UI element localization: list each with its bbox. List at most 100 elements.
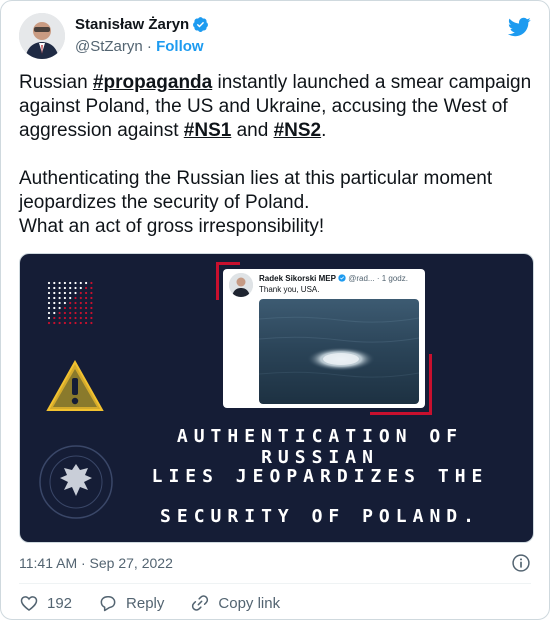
follow-button[interactable]: Follow	[156, 38, 204, 55]
decor-dot	[74, 291, 77, 295]
tweet-text-span: Russian	[19, 72, 93, 93]
decor-dot	[47, 321, 51, 325]
decor-dot	[90, 286, 93, 290]
twitter-bird-icon[interactable]	[507, 15, 531, 39]
decor-dot	[69, 291, 72, 295]
decor-dot	[79, 301, 82, 305]
tweet-text: Russian #propaganda instantly launched a…	[19, 71, 534, 239]
author-handle[interactable]: @StZaryn	[75, 38, 143, 55]
decor-dot	[53, 306, 56, 310]
decor-dot	[74, 286, 77, 290]
decor-dot	[47, 301, 51, 305]
decor-dot	[53, 286, 56, 290]
decor-dot	[53, 321, 56, 325]
dot-pattern-decoration	[47, 281, 93, 325]
red-accent-bottom-right	[429, 354, 432, 415]
decor-dot	[79, 291, 82, 295]
decor-dot	[85, 281, 88, 285]
hashtag-ns1-link[interactable]: #NS1	[184, 120, 232, 141]
decor-dot	[47, 306, 51, 310]
decor-dot	[69, 316, 72, 320]
decor-dot	[69, 301, 72, 305]
tweet-actions-bar: 192 Reply Copy link	[19, 593, 306, 613]
tweet-paragraph-2: Authenticating the Russian lies at this …	[19, 168, 493, 213]
decor-dot	[69, 321, 72, 325]
copy-link-button[interactable]: Copy link	[190, 593, 280, 613]
author-avatar[interactable]	[19, 13, 65, 59]
decor-dot	[69, 296, 72, 300]
decor-dot	[58, 291, 61, 295]
decor-dot	[63, 281, 66, 285]
decor-dot	[85, 301, 88, 305]
decor-dot	[58, 301, 61, 305]
decor-dot	[85, 291, 88, 295]
author-display-name[interactable]: Stanisław Żaryn	[75, 16, 189, 33]
decor-dot	[79, 306, 82, 310]
decor-dot	[90, 306, 93, 310]
footer-divider	[19, 583, 531, 584]
decor-dot	[69, 311, 72, 315]
decor-dot	[53, 301, 56, 305]
decor-dot	[47, 291, 51, 295]
decor-dot	[90, 316, 93, 320]
decor-dot	[69, 281, 72, 285]
decor-dot	[47, 316, 51, 320]
decor-dot	[90, 311, 93, 315]
decor-dot	[90, 291, 93, 295]
verified-badge-icon	[338, 274, 346, 282]
author-sub-row: @StZaryn · Follow	[75, 38, 204, 55]
info-icon[interactable]	[511, 553, 531, 573]
sea-gas-leak-photo	[259, 299, 419, 404]
decor-dot	[53, 316, 56, 320]
decor-dot	[58, 296, 61, 300]
tweet-media-image[interactable]: Radek Sikorski MEP @rad... · 1 godz. Tha…	[19, 253, 534, 543]
decor-dot	[63, 286, 66, 290]
decor-dot	[85, 306, 88, 310]
decor-dot	[53, 281, 56, 285]
reply-icon	[100, 596, 116, 612]
embedded-tweet-text: Thank you, USA.	[259, 285, 320, 294]
hashtag-ns2-link[interactable]: #NS2	[274, 120, 322, 141]
decor-dot	[74, 306, 77, 310]
decor-dot	[79, 281, 82, 285]
decor-dot	[85, 321, 88, 325]
decor-dot	[74, 281, 77, 285]
like-button[interactable]: 192	[19, 593, 72, 613]
decor-dot	[74, 311, 77, 315]
decor-dot	[53, 311, 56, 315]
decor-dot	[47, 311, 51, 315]
decor-dot	[90, 296, 93, 300]
decor-dot	[69, 286, 72, 290]
red-accent-top-left	[216, 262, 219, 300]
reply-label: Reply	[126, 594, 165, 612]
verified-badge-icon	[193, 17, 209, 32]
decor-dot	[90, 301, 93, 305]
decor-dot	[63, 316, 66, 320]
decor-dot	[63, 296, 66, 300]
hashtag-propaganda-link[interactable]: #propaganda	[93, 72, 212, 93]
like-count: 192	[47, 594, 73, 612]
decor-dot	[79, 296, 82, 300]
decor-dot	[79, 286, 82, 290]
decor-dot	[58, 311, 61, 315]
decor-dot	[63, 291, 66, 295]
decor-dot	[79, 316, 82, 320]
author-name-row: Stanisław Żaryn	[75, 16, 209, 33]
tweet-timestamp[interactable]: 11:41 AM · Sep 27, 2022	[19, 555, 173, 571]
decor-dot	[47, 281, 51, 285]
heart-icon	[20, 596, 38, 612]
tweet-paragraph-1: Russian #propaganda instantly launched a…	[19, 71, 534, 143]
decor-dot	[74, 316, 77, 320]
decor-dot	[58, 321, 61, 325]
embedded-tweet-screenshot: Radek Sikorski MEP @rad... · 1 godz. Tha…	[223, 269, 425, 408]
eagle-seal-icon	[39, 445, 113, 519]
media-headline-line-2: LIES JEOPARDIZES THE	[151, 466, 489, 487]
tweet-header: Stanisław Żaryn @StZaryn · Follow	[19, 13, 531, 63]
embedded-author-meta: @rad... · 1 godz.	[348, 274, 408, 283]
embedded-author-name: Radek Sikorski MEP	[259, 274, 336, 283]
decor-dot	[90, 321, 93, 325]
decor-dot	[85, 286, 88, 290]
reply-button[interactable]: Reply	[98, 593, 164, 613]
decor-dot	[53, 291, 56, 295]
decor-dot	[74, 296, 77, 300]
